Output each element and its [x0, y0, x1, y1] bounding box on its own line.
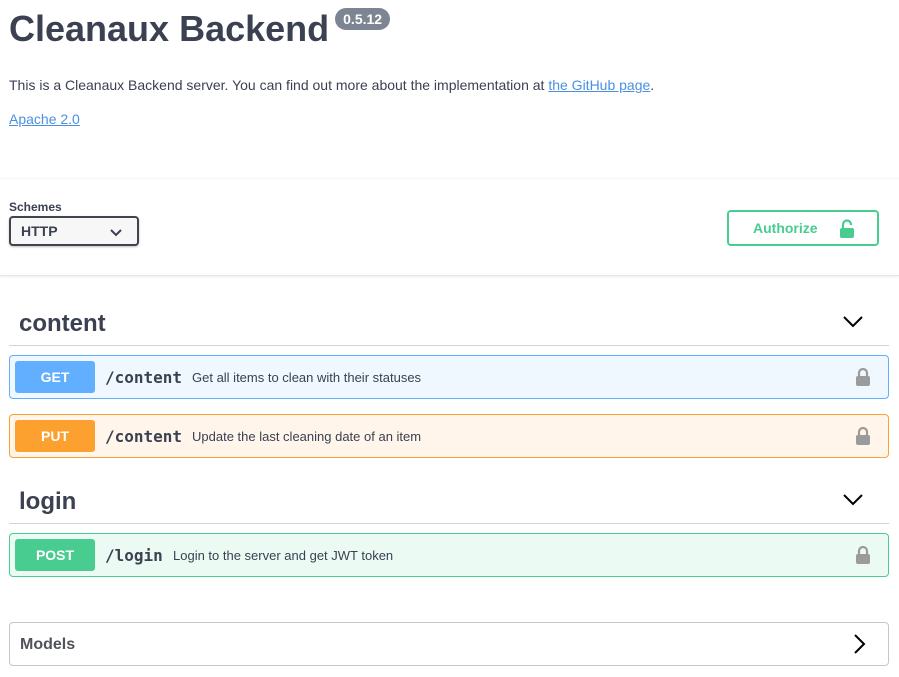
description-suffix: .: [650, 77, 655, 93]
schemes-select[interactable]: HTTP: [9, 216, 139, 246]
operation-put-content[interactable]: PUT /content Update the last cleaning da…: [9, 414, 889, 458]
chevron-down-icon: [109, 225, 123, 242]
method-badge: PUT: [15, 420, 95, 452]
tag-content-header[interactable]: content: [9, 300, 889, 346]
authorize-button[interactable]: Authorize: [727, 210, 879, 246]
authorize-label: Authorize: [753, 220, 818, 236]
api-title: Cleanaux Backend: [9, 8, 330, 49]
operation-summary: Get all items to clean with their status…: [192, 370, 422, 385]
tag-login-header[interactable]: login: [9, 478, 889, 524]
chevron-down-icon[interactable]: [843, 493, 863, 511]
chevron-down-icon[interactable]: [843, 315, 863, 333]
method-badge: GET: [15, 361, 95, 393]
version-badge: 0.5.12: [335, 8, 391, 30]
models-title: Models: [20, 636, 76, 653]
operation-summary: Login to the server and get JWT token: [173, 548, 394, 563]
chevron-right-icon[interactable]: [854, 634, 866, 659]
license-link[interactable]: Apache 2.0: [9, 110, 80, 128]
lock-icon[interactable]: [855, 426, 871, 451]
api-title-row: Cleanaux Backend 0.5.12: [9, 8, 391, 50]
api-description: This is a Cleanaux Backend server. You c…: [9, 76, 654, 94]
github-link[interactable]: the GitHub page: [548, 77, 650, 93]
operation-path: /content: [105, 368, 183, 387]
models-section[interactable]: Models: [9, 622, 889, 666]
schemes-selected-value: HTTP: [21, 223, 58, 239]
schemes-label: Schemes: [9, 200, 62, 214]
description-text: This is a Cleanaux Backend server. You c…: [9, 77, 549, 93]
operation-path: /content: [105, 427, 183, 446]
tag-title: content: [19, 310, 106, 337]
method-badge: POST: [15, 539, 95, 571]
unlock-icon: [839, 219, 855, 242]
operation-get-content[interactable]: GET /content Get all items to clean with…: [9, 355, 889, 399]
lock-icon[interactable]: [855, 367, 871, 392]
scheme-container: Schemes HTTP Authorize: [0, 178, 899, 276]
lock-icon[interactable]: [855, 545, 871, 570]
operation-summary: Update the last cleaning date of an item: [192, 429, 422, 444]
operation-path: /login: [105, 546, 163, 565]
tag-title: login: [19, 488, 77, 515]
operation-post-login[interactable]: POST /login Login to the server and get …: [9, 533, 889, 577]
